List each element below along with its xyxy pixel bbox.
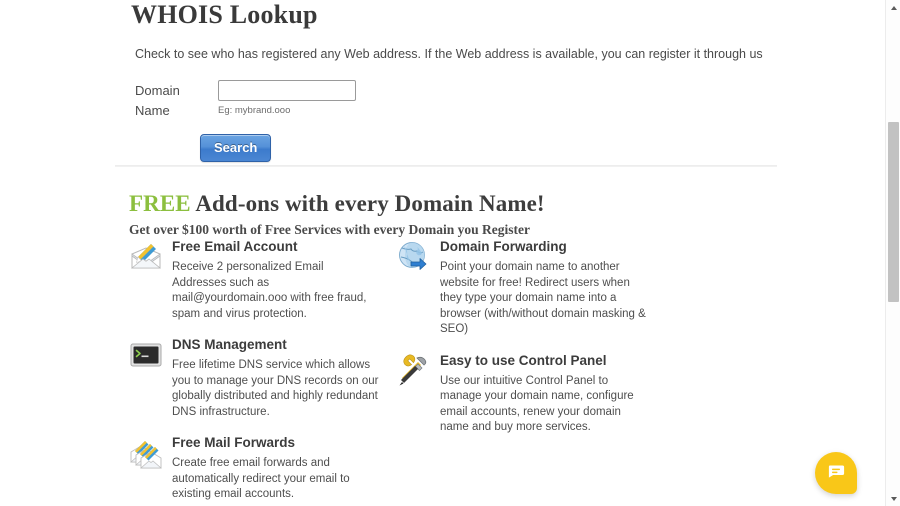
stacked-envelopes-icon [129,436,163,470]
feature-text: Point your domain name to another websit… [440,261,646,335]
feature-title: Easy to use Control Panel [440,352,607,368]
domain-name-label: Domain Name [135,83,180,118]
search-button-row: Search [115,121,815,162]
feature-text: Free lifetime DNS service which allows y… [172,359,379,418]
features-column-right: Domain Forwarding Point your domain name… [397,238,647,450]
feature-domain-forwarding: Domain Forwarding Point your domain name… [397,238,647,338]
addons-title-rest: Add-ons with every Domain Name! [190,191,545,216]
feature-title: DNS Management [172,337,287,352]
whois-lookup-section: WHOIS Lookup Check to see who has regist… [115,0,815,162]
feature-body: Easy to use Control Panel Use our intuit… [440,352,647,436]
page-title: WHOIS Lookup [131,0,318,29]
search-button[interactable]: Search [200,134,272,162]
domain-field-wrap: Eg: mybrand.ooo [218,80,356,116]
feature-free-email-account: Free Email Account Receive 2 personalize… [129,238,379,322]
feature-title: Domain Forwarding [440,239,567,254]
domain-name-input[interactable] [218,80,356,101]
page-description: Check to see who has registered any Web … [135,47,763,61]
scroll-down-arrow-icon [890,496,897,501]
feature-text: Create free email forwards and automatic… [172,457,350,500]
feature-body: Free Email Account Receive 2 personalize… [172,238,379,322]
addons-title-highlight: FREE [129,191,191,216]
domain-field-hint: Eg: mybrand.ooo [218,105,291,116]
scroll-down-button[interactable] [886,491,900,506]
terminal-console-icon [129,338,163,372]
features-grid: Free Email Account Receive 2 personalize… [115,238,815,500]
page-content: WHOIS Lookup Check to see who has regist… [0,0,885,506]
feature-free-mail-forwards: Free Mail Forwards Create free email for… [129,434,379,503]
feature-control-panel: Easy to use Control Panel Use our intuit… [397,352,647,436]
envelope-pencil-icon [129,240,163,274]
feature-text: Use our intuitive Control Panel to manag… [440,374,634,434]
features-column-left: Free Email Account Receive 2 personalize… [129,238,379,506]
vertical-scrollbar[interactable] [885,0,900,506]
addons-subtitle: Get over $100 worth of Free Services wit… [129,222,531,237]
chat-widget-button[interactable] [815,452,857,494]
feature-text: Receive 2 personalized Email Addresses s… [172,261,367,320]
scroll-up-arrow-icon [890,5,897,10]
scrollbar-thumb[interactable] [888,122,899,302]
feature-title: Free Mail Forwards [172,435,296,450]
section-divider [115,165,777,167]
addons-section: FREE Add-ons with every Domain Name! Get… [115,190,815,500]
addons-title: FREE Add-ons with every Domain Name! [115,190,815,217]
globe-arrow-icon [397,240,431,274]
feature-body: DNS Management Free lifetime DNS service… [172,336,379,420]
domain-lookup-form: Domain Name Eg: mybrand.ooo [115,62,815,121]
chat-bubble-icon [826,461,846,486]
hammer-wrench-icon [397,354,431,388]
browser-viewport: WHOIS Lookup Check to see who has regist… [0,0,900,506]
feature-body: Domain Forwarding Point your domain name… [440,238,647,338]
scroll-up-button[interactable] [886,0,900,15]
feature-title: Free Email Account [172,239,298,254]
feature-body: Free Mail Forwards Create free email for… [172,434,379,503]
feature-dns-management: DNS Management Free lifetime DNS service… [129,336,379,420]
